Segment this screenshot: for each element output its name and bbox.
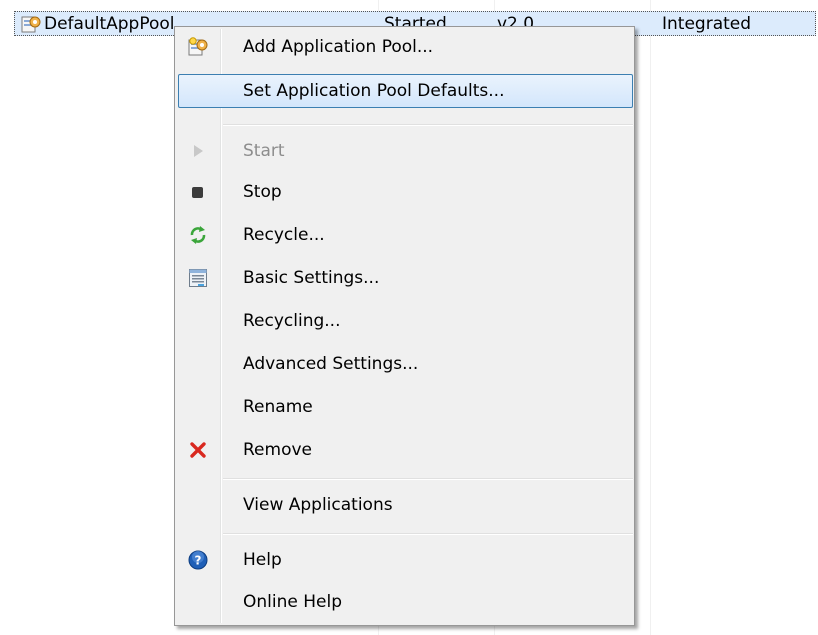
menu-item-recycling[interactable]: Recycling... [178,304,633,338]
menu-item-label: Basic Settings... [243,268,380,288]
menu-item-label: Online Help [243,592,342,612]
app-pool-icon [21,16,41,33]
menu-item-label: Recycle... [243,225,325,245]
menu-item-help[interactable]: ? Help [178,543,633,577]
menu-separator [223,124,633,126]
menu-item-rename[interactable]: Rename [178,390,633,424]
menu-item-label: Recycling... [243,311,341,331]
stop-icon [192,187,203,198]
recycle-icon [190,226,206,244]
menu-item-label: View Applications [243,495,393,515]
app-pools-view: DefaultAppPool Started v2.0 Integrated A… [0,0,818,635]
menu-item-basic-settings[interactable]: Basic Settings... [178,261,633,295]
menu-item-remove[interactable]: Remove [178,433,633,467]
menu-item-label: Start [243,141,285,161]
menu-item-label: Help [243,550,282,570]
menu-item-label: Advanced Settings... [243,354,419,374]
menu-item-label: Set Application Pool Defaults... [243,81,505,101]
menu-item-label: Remove [243,440,312,460]
menu-item-add-application-pool[interactable]: Add Application Pool... [178,30,633,64]
menu-item-stop[interactable]: Stop [178,175,633,209]
menu-item-set-application-pool-defaults[interactable]: Set Application Pool Defaults... [178,74,633,108]
app-pool-pipeline: Integrated [662,14,752,34]
play-icon [194,145,203,157]
menu-item-online-help[interactable]: Online Help [178,585,633,619]
menu-item-view-applications[interactable]: View Applications [178,488,633,522]
delete-x-icon [190,442,206,458]
menu-separator [223,478,633,480]
menu-item-recycle[interactable]: Recycle... [178,218,633,252]
svg-text:?: ? [195,554,202,568]
app-pool-name: DefaultAppPool [44,14,175,34]
column-divider [650,0,651,635]
menu-item-label: Stop [243,182,282,202]
menu-item-advanced-settings[interactable]: Advanced Settings... [178,347,633,381]
menu-item-start[interactable]: Start [178,134,633,168]
settings-dialog-icon [189,269,207,287]
menu-item-label: Add Application Pool... [243,37,434,57]
menu-item-label: Rename [243,397,313,417]
context-menu: Add Application Pool... Set Application … [174,26,635,626]
help-icon: ? [188,550,208,570]
menu-separator [223,533,633,535]
add-app-pool-icon [188,37,208,56]
